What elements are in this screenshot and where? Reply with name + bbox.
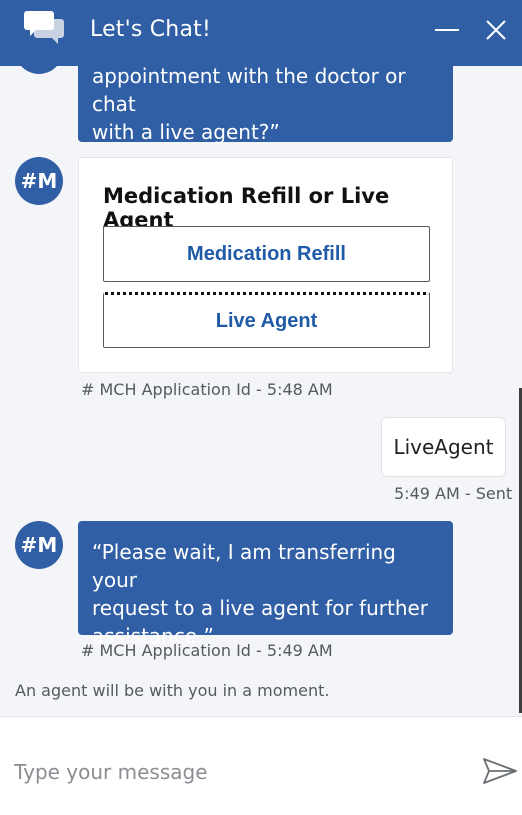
message-composer — [0, 716, 522, 815]
medication-refill-button[interactable]: Medication Refill — [103, 226, 430, 282]
send-icon[interactable] — [482, 757, 518, 785]
bot-avatar: #M — [15, 521, 63, 569]
message-line: appointment with the doctor or chat — [92, 66, 406, 116]
live-agent-button[interactable]: Live Agent — [103, 292, 430, 348]
suggested-actions-card: Medication Refill or Live Agent Medicati… — [78, 157, 453, 373]
agent-status-text: An agent will be with you in a moment. — [15, 681, 330, 700]
message-line: with a live agent?” — [92, 120, 280, 144]
bot-message-bubble: appointment with the doctor or chat with… — [78, 66, 453, 144]
card-title: Medication Refill or Live Agent — [103, 184, 390, 232]
chat-header: Let's Chat! — [0, 0, 522, 66]
message-timestamp: # MCH Application Id - 5:49 AM — [81, 641, 333, 660]
bot-message-bubble: “Please wait, I am transferring your req… — [78, 521, 453, 648]
message-timestamp: # MCH Application Id - 5:48 AM — [81, 380, 333, 399]
bot-avatar: #M — [15, 157, 63, 205]
chat-title: Let's Chat! — [90, 17, 211, 42]
user-message-bubble: LiveAgent — [381, 417, 506, 477]
minimize-icon[interactable] — [434, 18, 460, 44]
user-message-timestamp: 5:49 AM - Sent — [394, 484, 513, 503]
message-line: “Please wait, I am transferring your — [92, 540, 396, 592]
message-line: request to a live agent for further — [92, 596, 429, 620]
bot-avatar: #M — [15, 66, 63, 74]
message-input[interactable] — [14, 755, 454, 789]
close-icon[interactable] — [484, 18, 508, 42]
conversation-area[interactable]: #M appointment with the doctor or chat w… — [0, 66, 522, 716]
chat-bubbles-icon — [24, 11, 64, 44]
